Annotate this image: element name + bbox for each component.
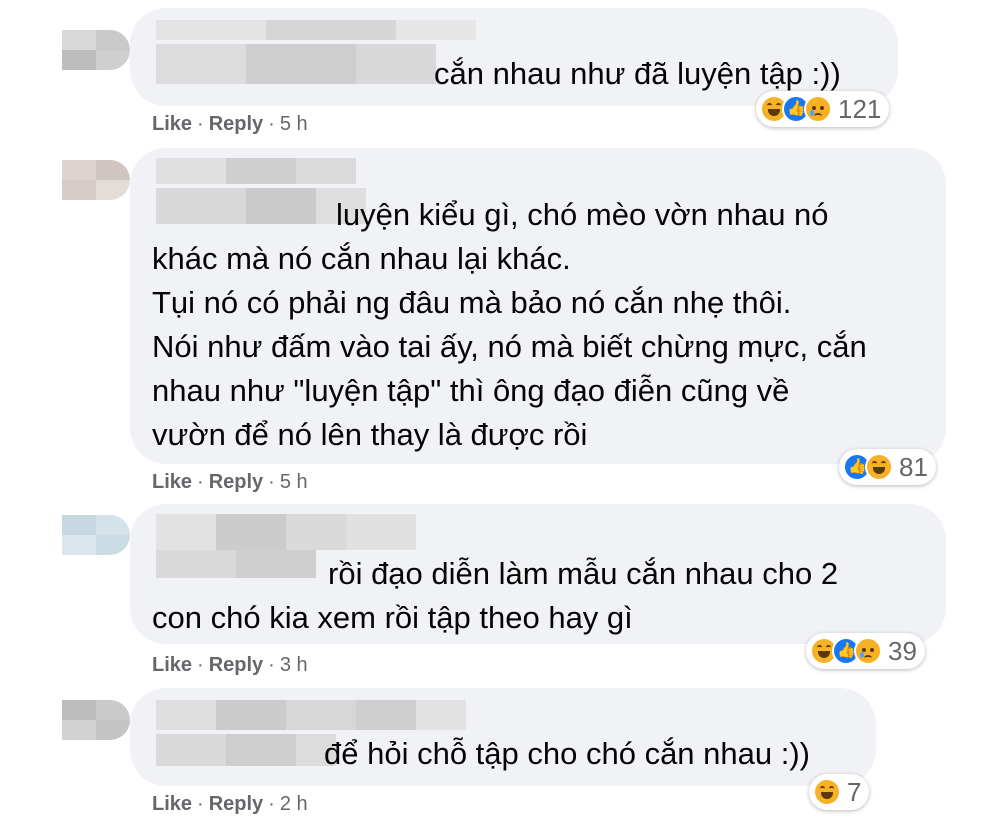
timestamp[interactable]: 2 h [280,793,308,815]
comment-actions: Like · Reply · 5 h [152,113,308,136]
like-link[interactable]: Like [152,113,192,135]
reactions-summary[interactable]: 81 [839,449,936,485]
reaction-count: 81 [899,451,928,482]
reply-link[interactable]: Reply [209,471,263,493]
like-link[interactable]: Like [152,654,192,676]
separator: · [268,793,275,815]
timestamp[interactable]: 5 h [280,471,308,493]
comment-text: để hỏi chỗ tập cho chó cắn nhau :)) [324,736,810,771]
sad-icon [804,95,832,123]
comment-actions: Like · Reply · 2 h [152,793,308,816]
like-link[interactable]: Like [152,793,192,815]
comment-bubble: để hỏi chỗ tập cho chó cắn nhau :)) [130,688,876,786]
comment-text: cắn nhau như đã luyện tập :)) [434,56,841,91]
comment-text: rồi đạo diễn làm mẫu cắn nhau cho 2 con … [152,556,839,635]
like-link[interactable]: Like [152,471,192,493]
avatar[interactable] [62,700,130,740]
reaction-count: 39 [888,635,917,666]
separator: · [268,471,275,493]
avatar[interactable] [62,515,130,555]
reactions-summary[interactable]: 39 [806,633,925,669]
reaction-count: 7 [847,776,862,807]
reaction-count: 121 [838,93,882,124]
haha-icon [865,453,893,481]
comment-actions: Like · Reply · 5 h [152,471,308,494]
reply-link[interactable]: Reply [209,793,263,815]
reply-link[interactable]: Reply [209,113,263,135]
reactions-summary[interactable]: 7 [809,774,870,810]
separator: · [197,471,204,493]
comment-bubble: rồi đạo diễn làm mẫu cắn nhau cho 2 con … [130,504,946,644]
comment-bubble: luyện kiểu gì, chó mèo vờn nhau nó khác … [130,148,946,464]
reply-link[interactable]: Reply [209,654,263,676]
timestamp[interactable]: 5 h [280,113,308,135]
separator: · [197,793,204,815]
separator: · [197,113,204,135]
sad-icon [854,637,882,665]
comment-actions: Like · Reply · 3 h [152,654,308,677]
avatar[interactable] [62,160,130,200]
timestamp[interactable]: 3 h [280,654,308,676]
haha-icon [813,778,841,806]
separator: · [268,113,275,135]
separator: · [268,654,275,676]
comment-text: luyện kiểu gì, chó mèo vờn nhau nó khác … [152,197,867,452]
avatar[interactable] [62,30,130,70]
separator: · [197,654,204,676]
reactions-summary[interactable]: 121 [756,91,890,127]
